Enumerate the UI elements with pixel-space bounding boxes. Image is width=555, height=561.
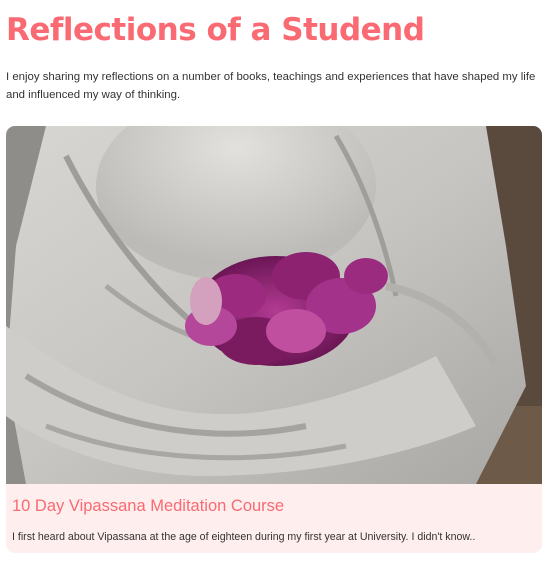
site-title: Reflections of a Studend — [6, 12, 425, 48]
intro-text: I enjoy sharing my reflections on a numb… — [6, 71, 536, 101]
post-title[interactable]: 10 Day Vipassana Meditation Course — [12, 497, 284, 516]
post-card[interactable]: 10 Day Vipassana Meditation Course I fir… — [6, 126, 542, 553]
post-excerpt: I first heard about Vipassana at the age… — [12, 531, 476, 543]
post-image[interactable] — [6, 126, 542, 484]
page: Reflections of a Studend I enjoy sharing… — [0, 0, 555, 561]
